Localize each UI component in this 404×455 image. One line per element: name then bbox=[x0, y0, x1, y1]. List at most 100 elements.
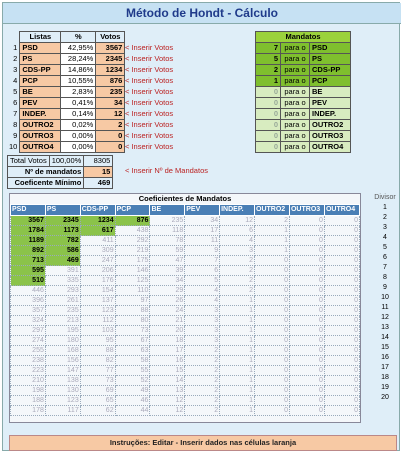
insert-votes-hint: < Inserir Votos bbox=[125, 76, 174, 85]
coef-cell: 357 bbox=[10, 305, 46, 316]
coef-cell: 1 bbox=[219, 345, 256, 356]
party-name-input[interactable]: INDEP. bbox=[19, 108, 62, 120]
coef-cell: 26 bbox=[149, 295, 186, 306]
coef-cell: 1 bbox=[254, 225, 290, 236]
coef-cell: 0 bbox=[254, 375, 290, 386]
party-name-input[interactable]: OUTRO3 bbox=[19, 130, 62, 142]
coef-cell: 0 bbox=[288, 215, 325, 226]
coef-cell: 0 bbox=[323, 295, 361, 306]
divisor-value: 17 bbox=[381, 364, 389, 371]
party-name-input[interactable]: OUTRO4 bbox=[19, 141, 62, 153]
coef-cell: 44 bbox=[114, 405, 151, 416]
coef-cell: 292 bbox=[114, 235, 151, 246]
coef-cell: 0 bbox=[254, 365, 290, 376]
coefficients-panel: Coeficientes de Mandatos PSD PS CDS-PP PCP B… bbox=[9, 193, 361, 423]
coef-cell: 782 bbox=[44, 235, 81, 246]
coef-cell: 118 bbox=[149, 225, 186, 236]
coef-cell: 247 bbox=[79, 255, 116, 266]
party-name-input[interactable]: OUTRO2 bbox=[19, 119, 62, 131]
coef-row: 3567 2345 1234 876 235 34 12 2 0 0 bbox=[10, 215, 361, 226]
divisor-value: 12 bbox=[381, 314, 389, 321]
insert-votes-hint: < Inserir Votos bbox=[125, 120, 174, 129]
party-votes-input[interactable]: 34 bbox=[95, 97, 126, 109]
coef-cell: 0 bbox=[323, 215, 361, 226]
divisor-column: Divisor 1 2 3 4 5 6 7 8 9 10 11 12 13 14 15 16 17 18 19 20 bbox=[373, 193, 397, 403]
coef-cell: 595 bbox=[10, 265, 46, 276]
divisor-value: 6 bbox=[383, 254, 387, 261]
party-votes-input[interactable]: 0 bbox=[95, 130, 126, 142]
row-number: 4 bbox=[13, 76, 18, 85]
spreadsheet: Método de Hondt - Cálculo Listas % Votos… bbox=[2, 2, 401, 451]
party-name-input[interactable]: BE bbox=[19, 86, 62, 98]
coef-cell: 210 bbox=[10, 375, 46, 386]
insert-votes-hint: < Inserir Votos bbox=[125, 65, 174, 74]
coef-cell: 0 bbox=[288, 305, 325, 316]
mandates-count-input[interactable]: 15 bbox=[83, 166, 114, 178]
party-pct: 0,14% bbox=[60, 108, 97, 120]
party-votes-input[interactable]: 235 bbox=[95, 86, 126, 98]
coef-cell: 1 bbox=[254, 245, 290, 256]
coef-cell: 34 bbox=[184, 215, 221, 226]
coef-cell: 0 bbox=[254, 315, 290, 326]
coef-column-header: INDEP. bbox=[219, 204, 256, 216]
mandate-row: 5 para o PS bbox=[255, 53, 351, 65]
party-name-input[interactable]: PCP bbox=[19, 75, 62, 87]
party-votes-input[interactable]: 12 bbox=[95, 108, 126, 120]
divisor-value: 8 bbox=[383, 274, 387, 281]
mandate-para: para o bbox=[280, 53, 310, 65]
coef-cell: 0 bbox=[288, 375, 325, 386]
coef-row: 446 293 154 110 29 4 2 0 0 0 bbox=[10, 285, 361, 296]
coef-cell: 2 bbox=[184, 355, 221, 366]
party-votes-input[interactable]: 3567 bbox=[95, 42, 126, 54]
coef-row: 713 469 247 175 47 7 2 0 0 0 bbox=[10, 255, 361, 266]
coef-cell: 293 bbox=[44, 285, 81, 296]
party-name-input[interactable]: PEV bbox=[19, 97, 62, 109]
divisor-value: 3 bbox=[383, 224, 387, 231]
divisor-label: Divisor bbox=[374, 194, 396, 201]
mandate-para: para o bbox=[280, 64, 310, 76]
coef-cell: 1 bbox=[219, 395, 256, 406]
coef-cell: 396 bbox=[10, 295, 46, 306]
party-votes-input[interactable]: 2 bbox=[95, 119, 126, 131]
coef-row: 357 235 123 88 24 3 1 0 0 0 bbox=[10, 305, 361, 316]
coef-cell: 46 bbox=[114, 395, 151, 406]
coef-cell: 0 bbox=[323, 275, 361, 286]
total-votes-label: Total Votos bbox=[7, 155, 50, 167]
coef-cell: 97 bbox=[114, 295, 151, 306]
mandate-party: PS bbox=[309, 53, 351, 65]
mandate-count: 0 bbox=[255, 108, 281, 120]
mandate-para: para o bbox=[280, 108, 310, 120]
total-pct: 100,00% bbox=[48, 155, 85, 167]
coef-cell: 1 bbox=[219, 365, 256, 376]
coef-cell: 154 bbox=[79, 285, 116, 296]
party-name-input[interactable]: PS bbox=[19, 53, 62, 65]
coef-cell: 69 bbox=[79, 385, 116, 396]
coef-cell: 0 bbox=[323, 375, 361, 386]
coef-cell: 274 bbox=[10, 335, 46, 346]
party-votes-input[interactable]: 2345 bbox=[95, 53, 126, 65]
mandate-count: 0 bbox=[255, 119, 281, 131]
coef-cell: 29 bbox=[149, 285, 186, 296]
coef-cell: 13 bbox=[149, 385, 186, 396]
party-name-input[interactable]: CDS-PP bbox=[19, 64, 62, 76]
coef-cell: 446 bbox=[10, 285, 46, 296]
row-number: 3 bbox=[13, 65, 18, 74]
page-title: Método de Hondt - Cálculo bbox=[3, 3, 401, 24]
coef-cell: 0 bbox=[288, 235, 325, 246]
coef-cell: 0 bbox=[288, 335, 325, 346]
coef-cell: 0 bbox=[254, 275, 290, 286]
party-name-input[interactable]: PSD bbox=[19, 42, 62, 54]
party-votes-input[interactable]: 876 bbox=[95, 75, 126, 87]
coef-cell: 1 bbox=[219, 375, 256, 386]
divisor-value: 15 bbox=[381, 344, 389, 351]
coef-cell: 88 bbox=[114, 305, 151, 316]
party-votes-input[interactable]: 0 bbox=[95, 141, 126, 153]
mandate-para: para o bbox=[280, 75, 310, 87]
coef-cell: 130 bbox=[44, 385, 81, 396]
coef-cell: 34 bbox=[149, 275, 186, 286]
coef-cell: 123 bbox=[79, 305, 116, 316]
coef-cell: 213 bbox=[44, 315, 81, 326]
party-pct: 0,00% bbox=[60, 130, 97, 142]
coef-column-header: OUTRO4 bbox=[323, 204, 361, 216]
party-votes-input[interactable]: 1234 bbox=[95, 64, 126, 76]
